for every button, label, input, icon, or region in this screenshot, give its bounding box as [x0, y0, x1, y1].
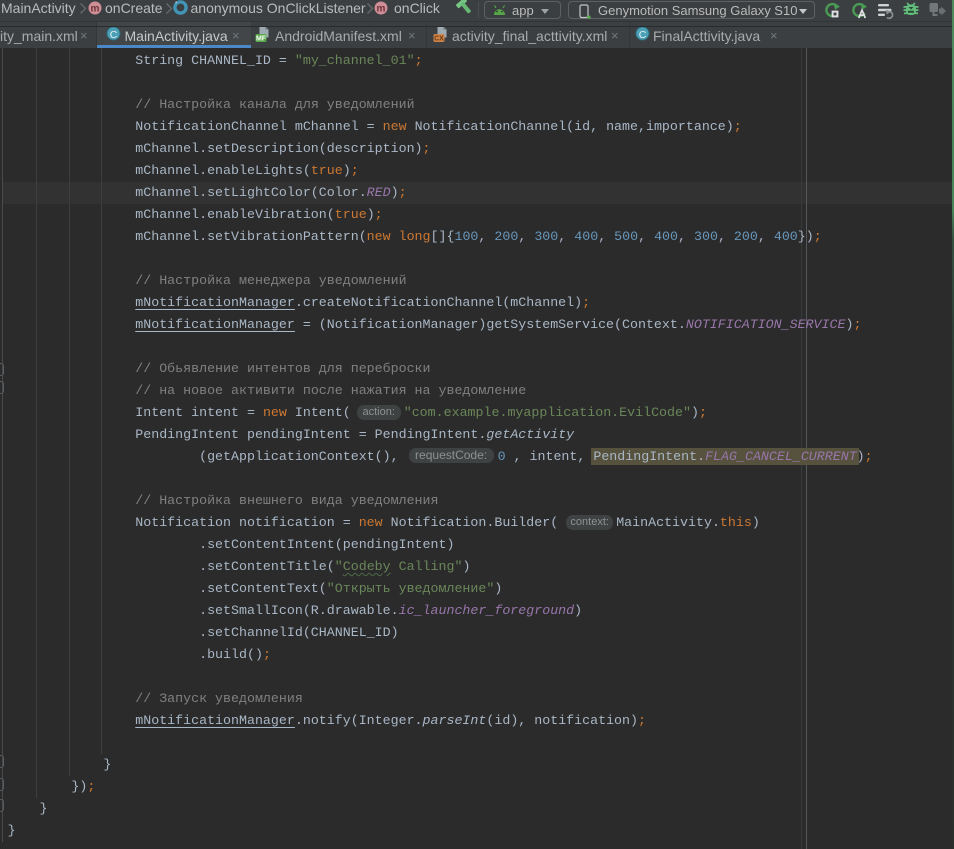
svg-text:m: m [377, 3, 386, 14]
svg-text:C: C [639, 29, 647, 41]
svg-text:CX: CX [434, 35, 444, 42]
svg-text:MF: MF [256, 35, 267, 42]
svg-text:m: m [90, 3, 99, 14]
svg-text:C: C [110, 29, 118, 41]
